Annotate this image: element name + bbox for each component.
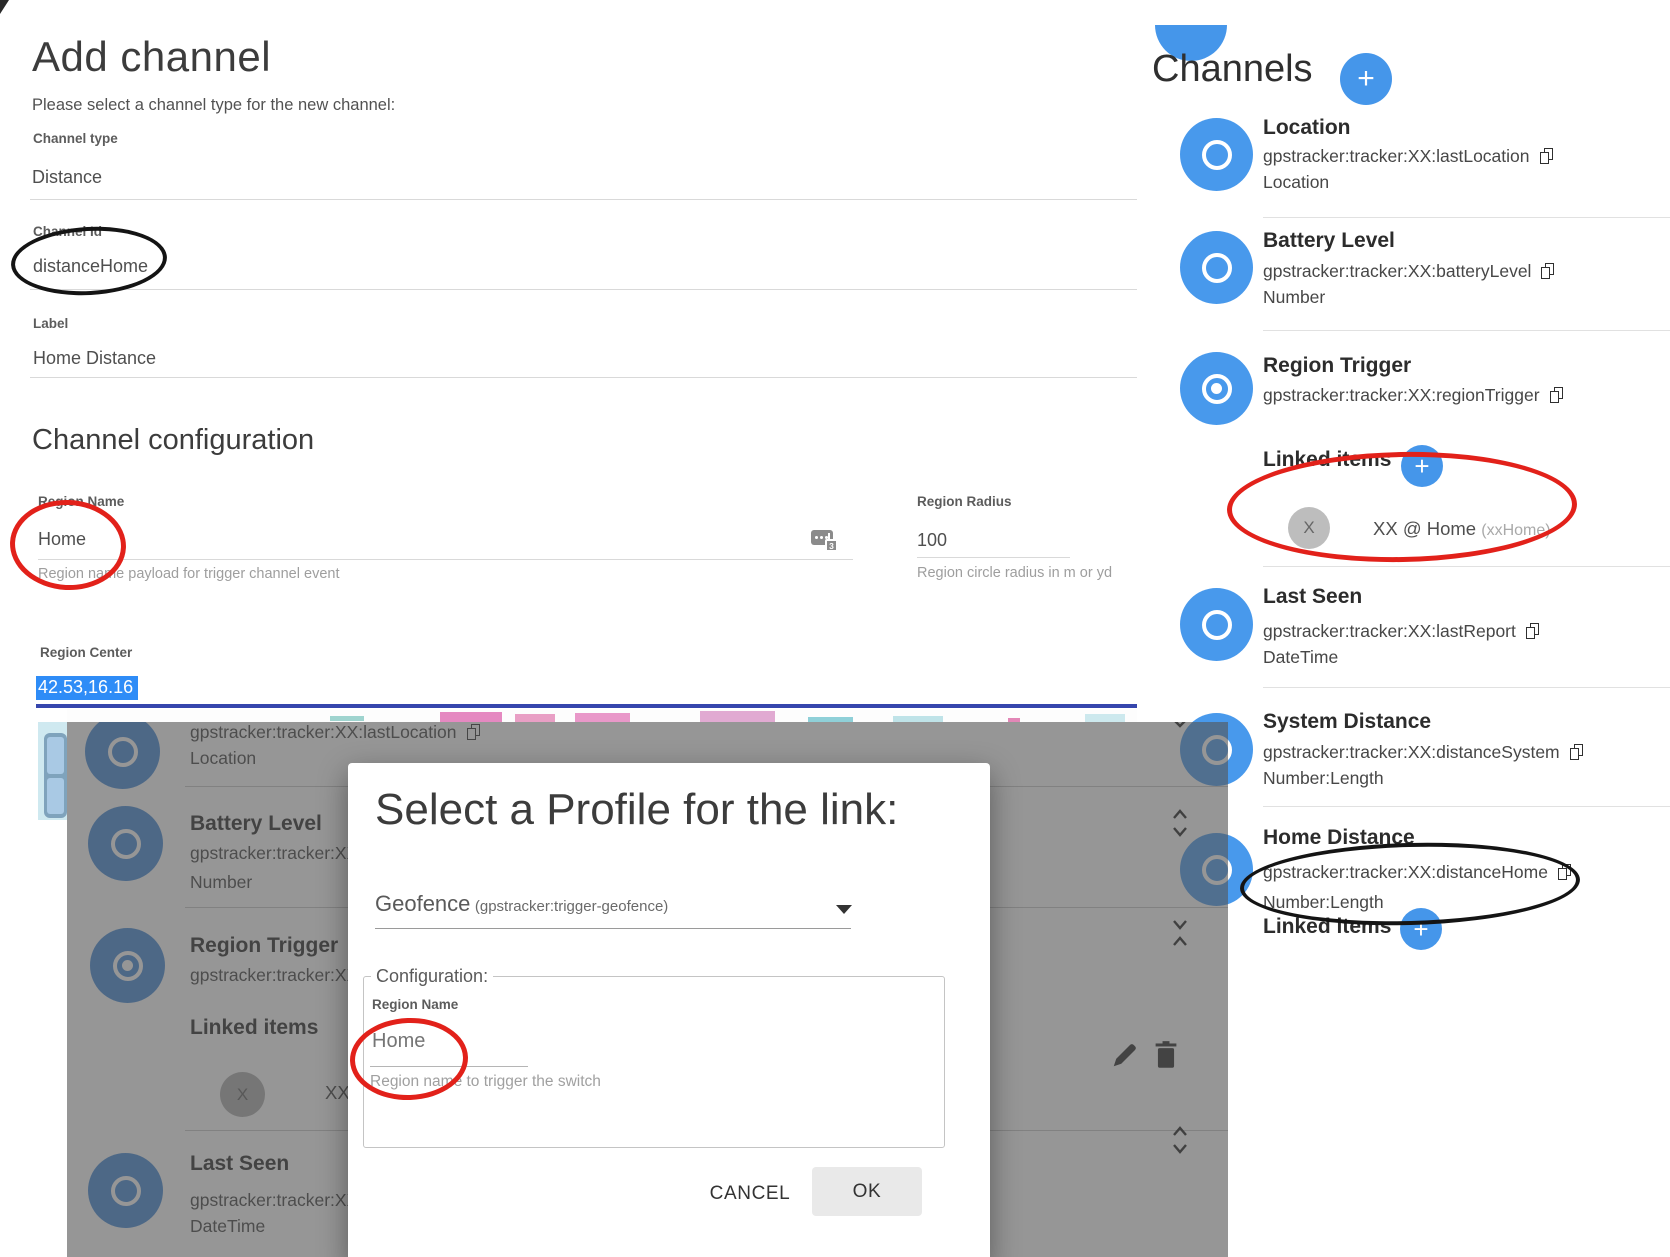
- add-channel-button[interactable]: +: [1340, 53, 1392, 105]
- dropdown-caret-icon[interactable]: [836, 905, 852, 914]
- channels-panel-title: Channels: [1152, 48, 1313, 91]
- channel-type: Number:Length: [1263, 768, 1384, 789]
- label-field-input[interactable]: Home Distance: [33, 348, 156, 369]
- copy-icon[interactable]: [1526, 623, 1540, 640]
- region-radius-input[interactable]: 100: [917, 530, 947, 551]
- state-channel-icon: [1180, 231, 1253, 304]
- corner-artifact: [0, 0, 9, 14]
- divider: [1263, 217, 1670, 218]
- channel-id-underline: [30, 289, 1137, 290]
- channel-uid-row: gpstracker:tracker:XX:batteryLevel: [1263, 261, 1555, 282]
- black-ellipse-annotation: [1239, 839, 1581, 930]
- cancel-button[interactable]: CANCEL: [695, 1183, 805, 1205]
- label-field-underline: [30, 377, 1137, 378]
- channel-uid-row: gpstracker:tracker:XX:lastReport: [1263, 621, 1540, 642]
- copy-icon[interactable]: [1540, 148, 1554, 165]
- page-title: Add channel: [32, 33, 271, 81]
- channel-uid: gpstracker:tracker:XX:batteryLevel: [1263, 261, 1531, 282]
- divider: [1263, 806, 1670, 807]
- region-center-label: Region Center: [40, 645, 132, 660]
- dialog-title: Select a Profile for the link:: [375, 785, 898, 835]
- channel-uid: gpstracker:tracker:XX:distanceSystem: [1263, 742, 1560, 763]
- profile-select-value: Geofence: [375, 891, 470, 916]
- map-sliver: [67, 709, 1137, 722]
- channel-name: System Distance: [1263, 710, 1431, 734]
- region-center-input[interactable]: 42.53,16.16: [36, 676, 138, 700]
- keypad-3-icon[interactable]: 3: [811, 528, 838, 552]
- profile-dialog: Select a Profile for the link: Geofence …: [348, 763, 990, 1257]
- channel-uid-row: gpstracker:tracker:XX:regionTrigger: [1263, 385, 1564, 406]
- region-radius-underline: [917, 557, 1070, 558]
- channel-name: Location: [1263, 116, 1351, 140]
- label-field-label: Label: [33, 316, 68, 331]
- screen: Add channel Please select a channel type…: [0, 0, 1670, 1257]
- channel-name: Last Seen: [1263, 585, 1362, 609]
- divider: [1263, 566, 1670, 567]
- divider: [1263, 687, 1670, 688]
- state-channel-icon: [1180, 118, 1253, 191]
- region-radius-helper: Region circle radius in m or yd: [917, 565, 1112, 581]
- copy-icon[interactable]: [1570, 744, 1584, 761]
- dialog-region-name-label: Region Name: [372, 997, 458, 1012]
- channel-type-underline: [30, 199, 1137, 200]
- channel-name: Region Trigger: [1263, 354, 1411, 378]
- region-radius-label: Region Radius: [917, 494, 1012, 509]
- configuration-legend: Configuration:: [371, 966, 493, 987]
- divider: [1263, 330, 1670, 331]
- channel-uid-row: gpstracker:tracker:XX:distanceSystem: [1263, 742, 1584, 763]
- region-name-underline: [38, 559, 853, 560]
- copy-icon[interactable]: [1550, 387, 1564, 404]
- channel-type: Number: [1263, 287, 1325, 308]
- channel-type-select[interactable]: Distance: [32, 167, 102, 188]
- intro-text: Please select a channel type for the new…: [32, 96, 395, 115]
- profile-select-underline: [375, 928, 851, 929]
- channel-type: Location: [1263, 172, 1329, 193]
- channel-configuration-title: Channel configuration: [32, 424, 314, 457]
- channel-uid: gpstracker:tracker:XX:lastLocation: [1263, 146, 1530, 167]
- channel-uid-row: gpstracker:tracker:XX:lastLocation: [1263, 146, 1554, 167]
- channel-uid: gpstracker:tracker:XX:lastReport: [1263, 621, 1516, 642]
- channel-type-label: Channel type: [33, 131, 118, 146]
- channel-name: Battery Level: [1263, 229, 1395, 253]
- channel-type: DateTime: [1263, 647, 1338, 668]
- state-channel-icon: [1180, 588, 1253, 661]
- copy-icon[interactable]: [1541, 263, 1555, 280]
- profile-select-detail: (gpstracker:trigger-geofence): [475, 898, 668, 915]
- trigger-channel-icon: [1180, 352, 1253, 425]
- channel-uid: gpstracker:tracker:XX:regionTrigger: [1263, 385, 1540, 406]
- region-center-focus-underline: [36, 704, 1137, 708]
- ok-button[interactable]: OK: [812, 1167, 922, 1216]
- profile-select[interactable]: Geofence (gpstracker:trigger-geofence): [375, 891, 668, 917]
